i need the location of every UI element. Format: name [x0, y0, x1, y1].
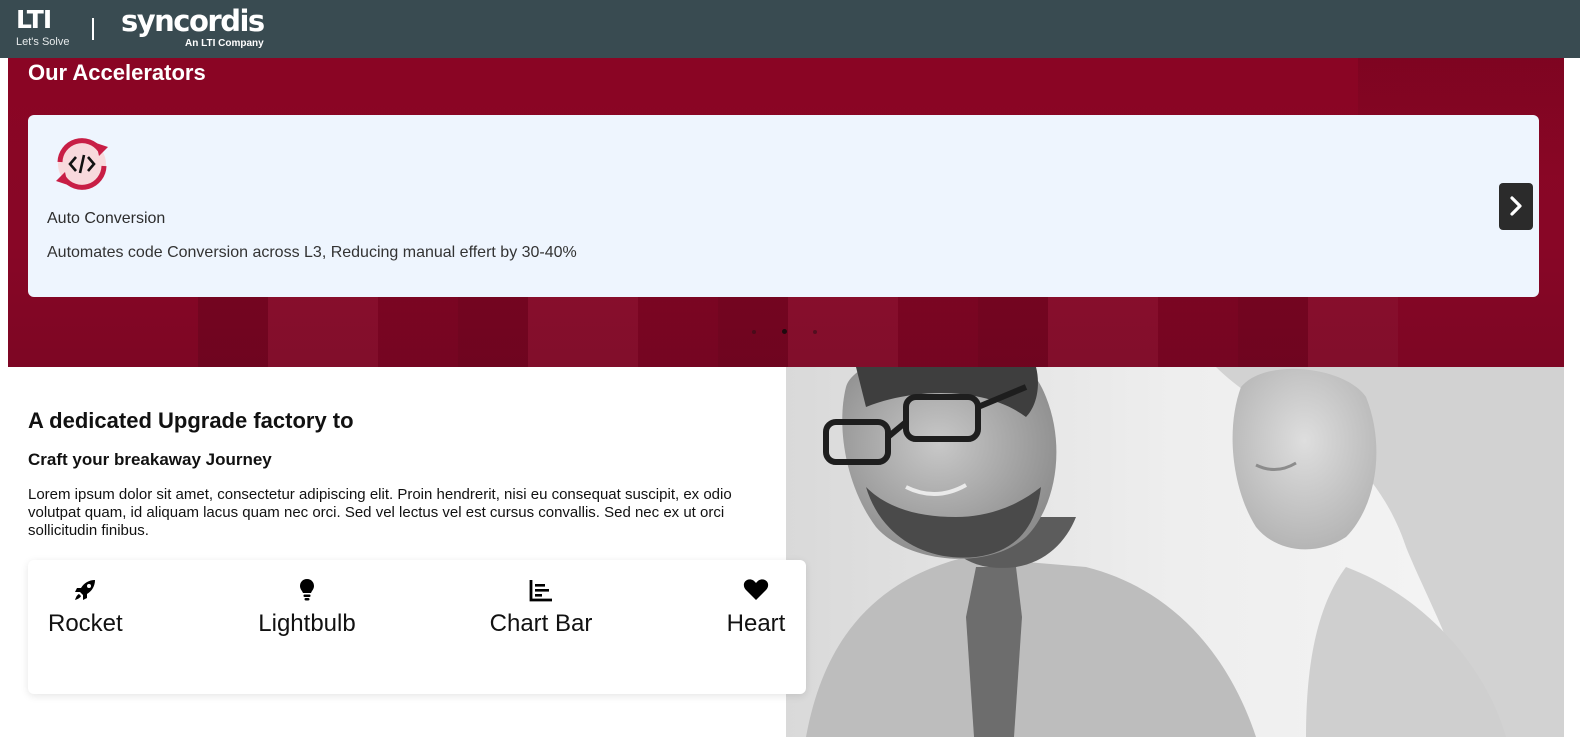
syncordis-logo-tagline: An LTI Company — [184, 38, 264, 49]
heart-icon — [743, 579, 769, 600]
chart-bar-icon — [529, 580, 552, 602]
accelerators-title: Our Accelerators — [28, 60, 206, 85]
feature-label: Chart Bar — [489, 610, 593, 637]
accelerator-name: Auto Conversion — [47, 210, 166, 227]
team-photo — [786, 367, 1564, 737]
feature-label: Heart — [726, 610, 786, 637]
carousel-dot-1[interactable] — [752, 330, 756, 334]
feature-label: Rocket — [48, 610, 123, 637]
upgrade-title: A dedicated Upgrade factory to — [28, 408, 354, 433]
page-scroll-area — [1564, 58, 1580, 737]
feature-chart-bar[interactable]: Chart Bar — [488, 578, 594, 638]
feature-rocket[interactable]: Rocket — [48, 578, 123, 638]
upgrade-description: Lorem ipsum dolor sit amet, consectetur … — [28, 486, 732, 539]
carousel-dot-3[interactable] — [813, 330, 817, 334]
features-card: Rocket Lightbulb Chart Bar Heart — [28, 560, 806, 694]
carousel-dot-2[interactable] — [782, 329, 787, 334]
feature-label: Lightbulb — [258, 610, 356, 637]
accelerators-section: Our Accelerators Auto Conversion Automat… — [8, 58, 1564, 367]
lti-logo-tagline: Let's Solve — [16, 36, 70, 48]
feature-heart[interactable]: Heart — [725, 578, 787, 638]
logo-divider — [92, 18, 94, 40]
lti-logo[interactable]: LTI Let's Solve — [16, 5, 76, 49]
code-convert-icon — [47, 133, 117, 195]
syncordis-logo[interactable]: syncordis An LTI Company — [121, 4, 265, 49]
accelerator-description: Automates code Conversion across L3, Red… — [47, 244, 577, 261]
lti-logo-mark: LTI — [16, 5, 52, 34]
feature-lightbulb[interactable]: Lightbulb — [257, 578, 357, 638]
carousel-next-button[interactable] — [1499, 183, 1533, 230]
accelerator-card[interactable]: Auto Conversion Automates code Conversio… — [28, 115, 1539, 297]
rocket-icon — [75, 580, 95, 600]
hero-background-photo — [198, 296, 1398, 367]
top-header: LTI Let's Solve syncordis An LTI Company — [0, 0, 1580, 58]
chevron-right-icon — [1510, 196, 1522, 216]
lightbulb-icon — [300, 579, 314, 601]
syncordis-logo-mark: syncordis — [121, 4, 265, 38]
upgrade-subtitle: Craft your breakaway Journey — [28, 450, 272, 469]
